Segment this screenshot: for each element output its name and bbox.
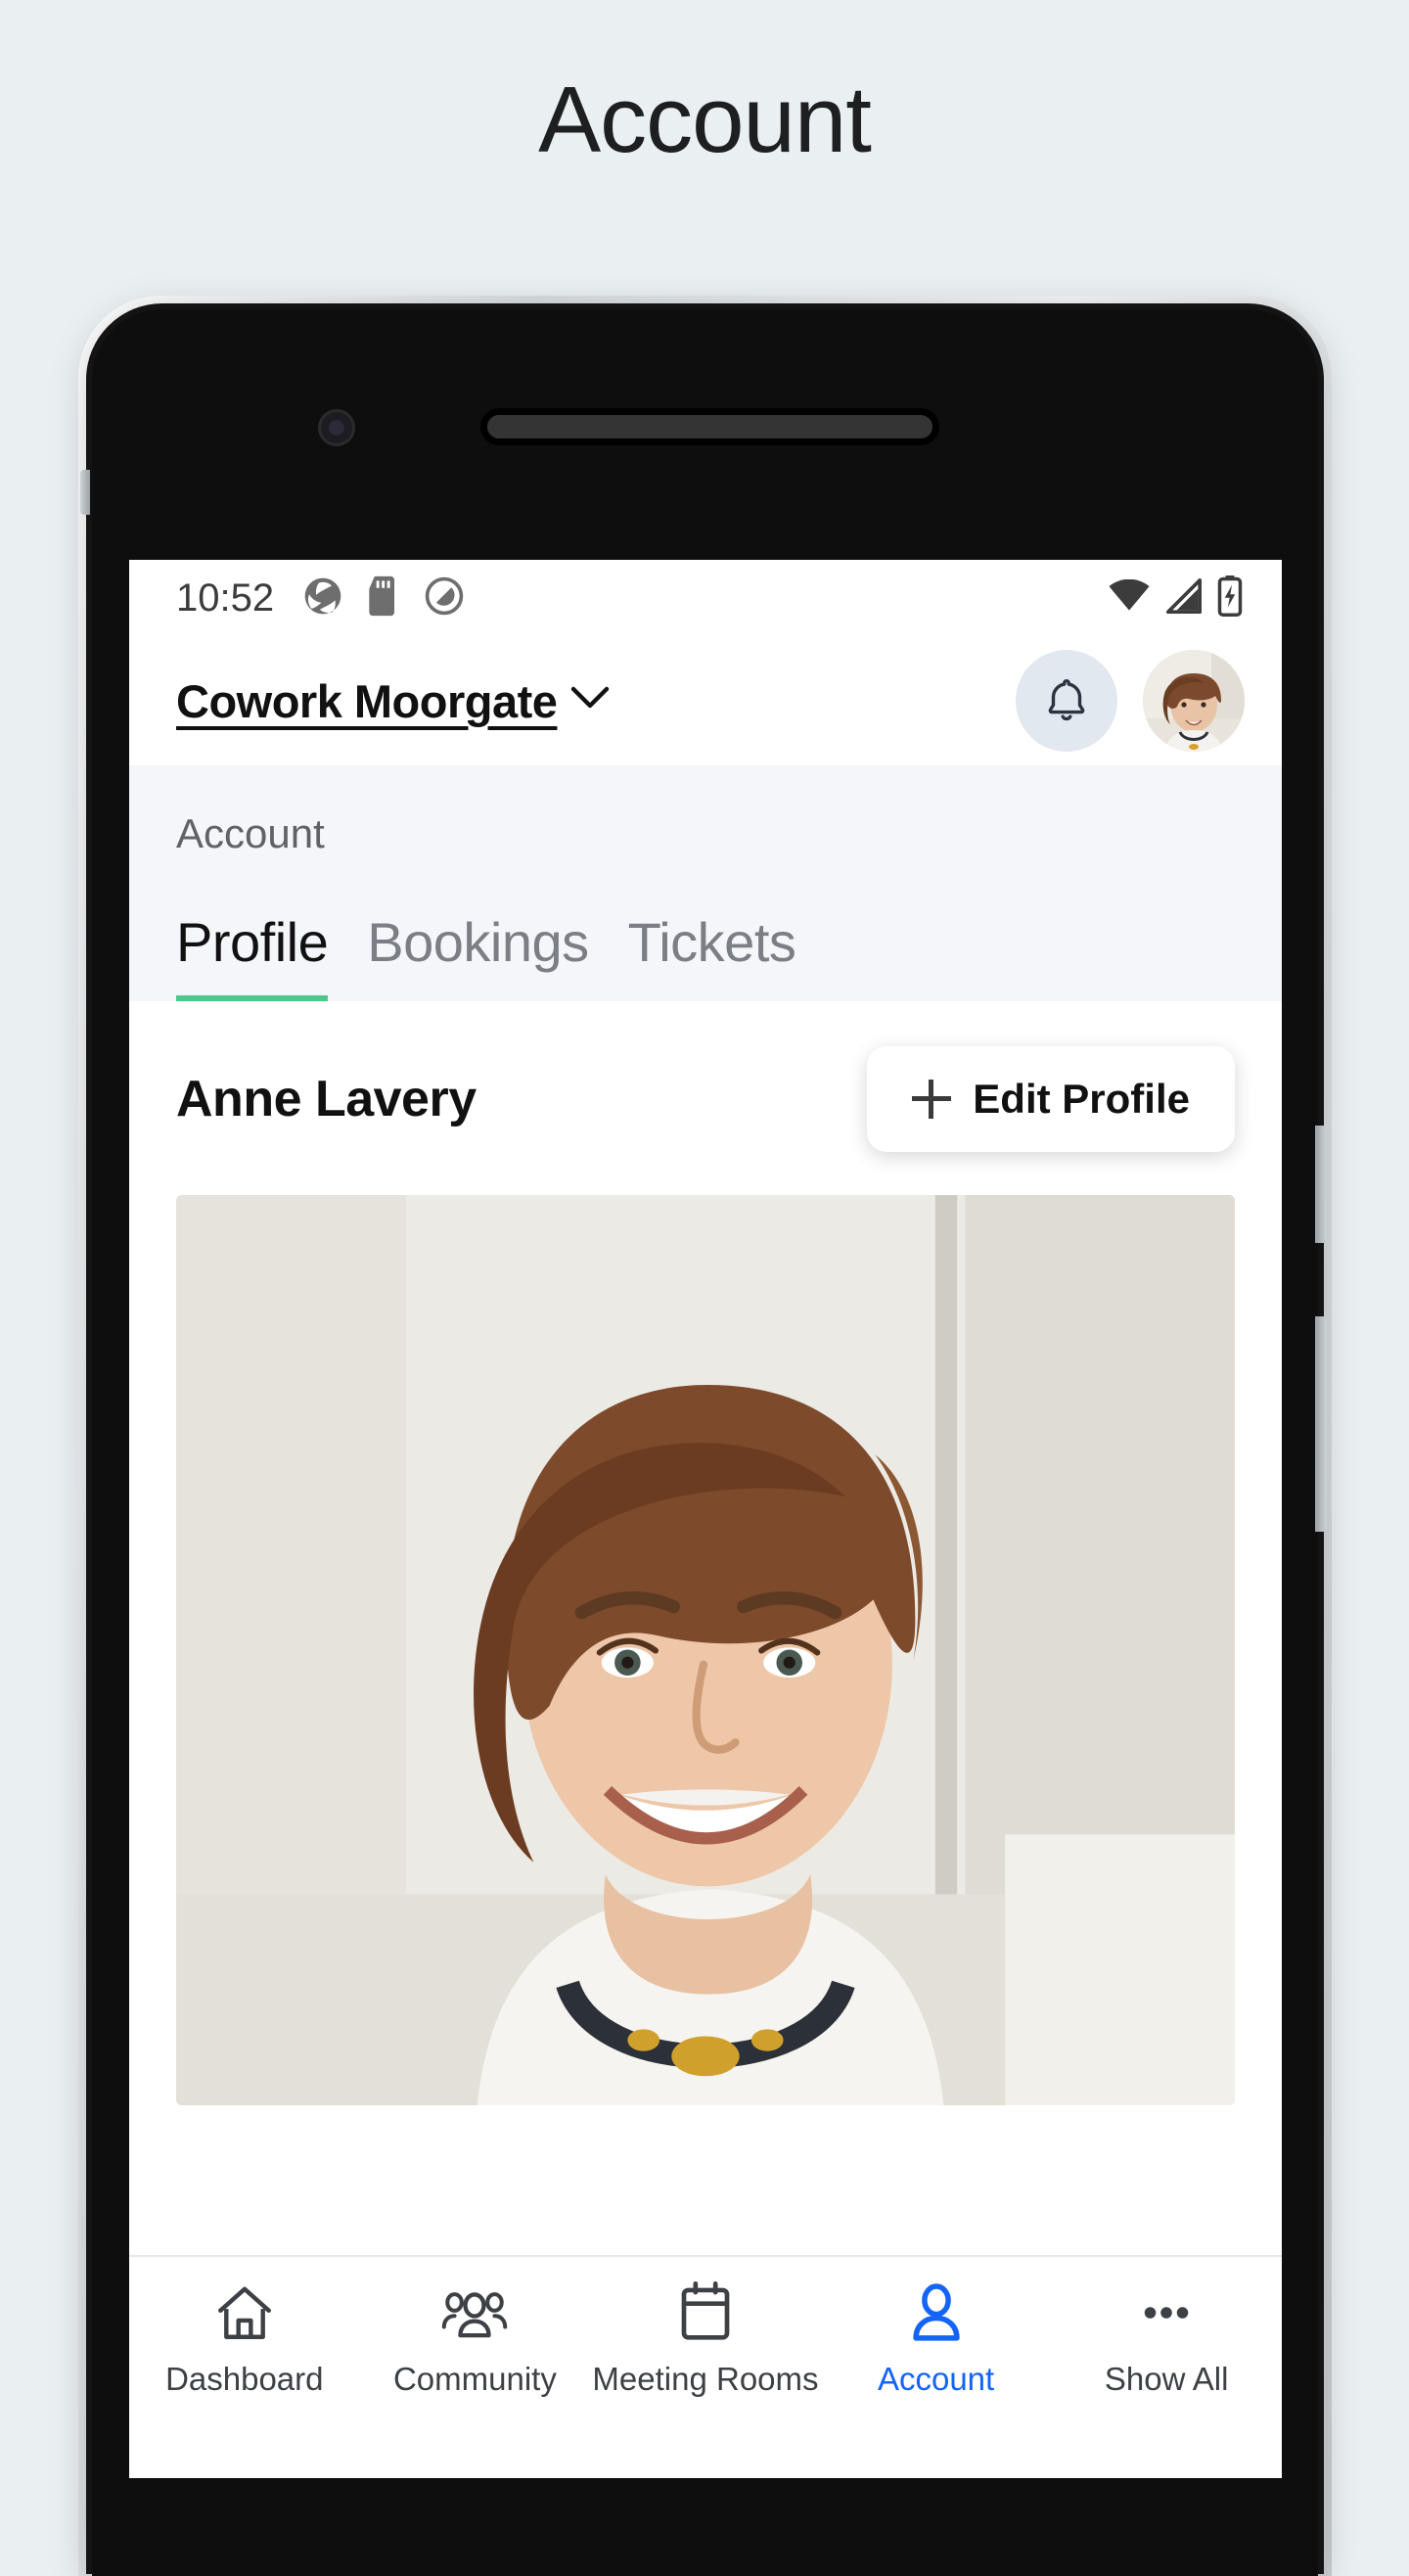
nav-item-community[interactable]: Community [360, 2278, 591, 2399]
wifi-icon [1108, 578, 1151, 618]
notifications-button[interactable] [1016, 650, 1117, 752]
profile-photo-image [176, 1195, 1235, 2105]
sd-card-icon [364, 575, 403, 622]
profile-photo-container [129, 1181, 1282, 2105]
nav-label-community: Community [392, 2361, 557, 2397]
status-right-icons [1108, 575, 1243, 621]
tab-profile[interactable]: Profile [176, 910, 329, 1001]
phone-power-button[interactable] [1315, 1126, 1327, 1243]
profile-header: Anne Lavery Edit Profile [129, 1001, 1282, 1181]
nav-item-show-all[interactable]: Show All [1051, 2278, 1282, 2399]
battery-charging-icon [1217, 575, 1243, 621]
status-bar: 10:52 [129, 560, 1282, 636]
account-section-header: Account Profile Bookings Tickets [129, 765, 1282, 1001]
do-not-disturb-icon [423, 575, 466, 622]
chevron-down-icon [570, 686, 610, 716]
app-bar-actions [1016, 650, 1245, 752]
people-icon [440, 2278, 509, 2347]
tab-bookings[interactable]: Bookings [367, 910, 589, 1001]
status-left-icons [301, 575, 466, 622]
edit-profile-button[interactable]: Edit Profile [867, 1046, 1235, 1152]
person-icon [906, 2278, 967, 2347]
nav-item-account[interactable]: Account [821, 2278, 1052, 2399]
bottom-navigation: Dashboard Community Meeting Rooms Accoun… [129, 2255, 1282, 2478]
phone-screen: 10:52 Cowork Moorgate Account Profile Bo… [129, 560, 1282, 2478]
avatar[interactable] [1143, 650, 1245, 752]
avatar-image [1143, 650, 1245, 752]
nav-label-account: Account [877, 2361, 995, 2397]
calendar-icon [675, 2278, 736, 2347]
plus-icon [912, 1080, 952, 1119]
status-time: 10:52 [176, 575, 275, 620]
page-title: Account [538, 68, 872, 172]
front-camera [318, 409, 355, 446]
nav-label-meeting-rooms: Meeting Rooms [592, 2361, 819, 2397]
edit-profile-label: Edit Profile [973, 1076, 1190, 1122]
phone-volume-button[interactable] [1315, 1316, 1327, 1532]
location-name: Cowork Moorgate [176, 674, 558, 727]
app-bar: Cowork Moorgate [129, 636, 1282, 765]
ellipsis-icon [1134, 2278, 1199, 2347]
profile-name: Anne Lavery [176, 1071, 477, 1127]
app-sync-icon [301, 575, 344, 622]
location-selector[interactable]: Cowork Moorgate [176, 674, 610, 728]
phone-chin [92, 2478, 1318, 2576]
nav-label-show-all: Show All [1104, 2361, 1229, 2397]
section-label: Account [176, 810, 325, 856]
home-icon [212, 2278, 277, 2347]
phone-left-button[interactable] [80, 470, 90, 515]
profile-photo[interactable] [176, 1195, 1235, 2105]
nav-item-dashboard[interactable]: Dashboard [129, 2278, 360, 2399]
nav-item-meeting-rooms[interactable]: Meeting Rooms [590, 2278, 821, 2399]
cellular-signal-icon [1164, 577, 1204, 619]
bell-icon [1040, 673, 1093, 729]
tab-bar: Profile Bookings Tickets [129, 857, 1282, 1001]
tab-tickets[interactable]: Tickets [628, 910, 796, 1001]
earpiece-speaker [487, 415, 932, 438]
nav-label-dashboard: Dashboard [165, 2361, 324, 2397]
